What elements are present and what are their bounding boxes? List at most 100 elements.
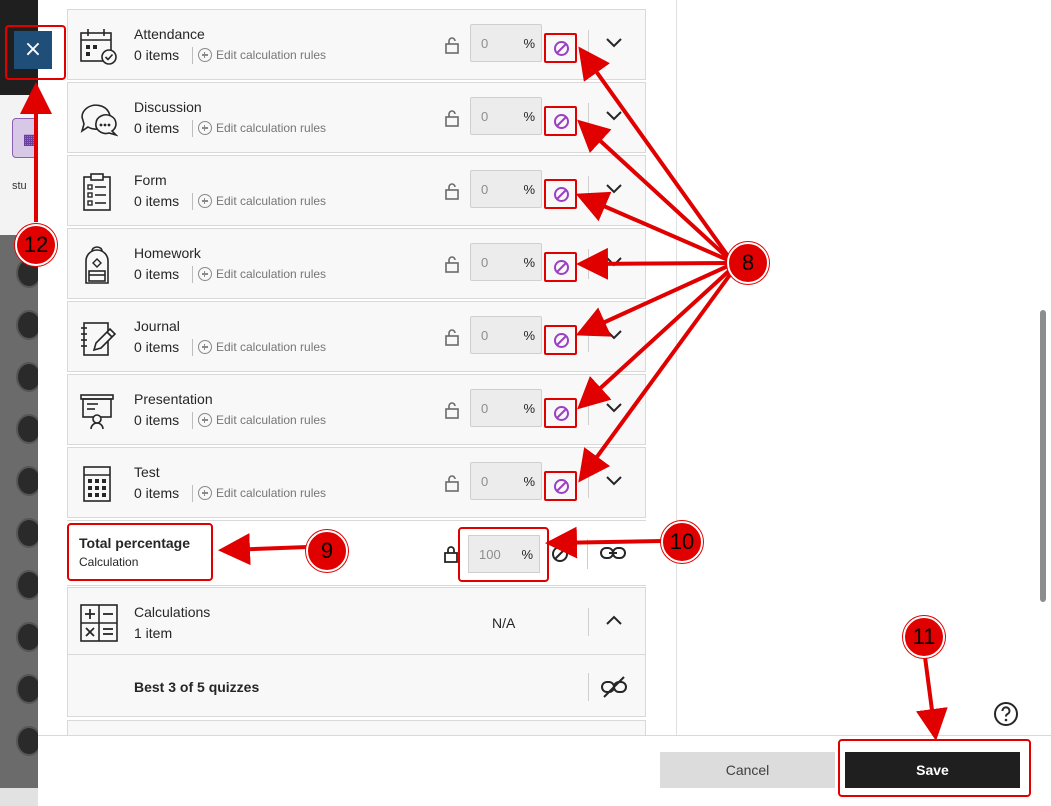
calculations-value: N/A xyxy=(492,615,516,631)
background-toolbar xyxy=(0,95,38,235)
background-label: stu xyxy=(12,180,27,192)
exclude-toggle[interactable] xyxy=(544,33,577,63)
edit-calculation-rules-link[interactable]: Edit calculation rules xyxy=(198,121,326,135)
annotation-badge-9: 9 xyxy=(306,530,348,572)
annotation-badge-8: 8 xyxy=(727,242,769,284)
edit-calculation-rules-label: Edit calculation rules xyxy=(216,121,327,135)
edit-calculation-rules-link[interactable]: Edit calculation rules xyxy=(198,48,326,62)
exclude-icon[interactable] xyxy=(551,545,569,563)
save-button[interactable]: Save xyxy=(845,752,1020,788)
annotation-badge-12: 12 xyxy=(15,224,57,266)
exclude-toggle[interactable] xyxy=(544,325,577,355)
category-row-test[interactable]: Test 0 items Edit calculation rules 0% xyxy=(67,447,646,518)
lock-open-icon[interactable] xyxy=(444,182,460,200)
category-name: Discussion xyxy=(134,99,202,115)
chevron-down-icon[interactable] xyxy=(605,37,623,49)
edit-calculation-rules-label: Edit calculation rules xyxy=(216,48,327,62)
percentage-input[interactable]: 0% xyxy=(470,243,542,281)
percentage-input[interactable]: 0% xyxy=(470,24,542,62)
separator xyxy=(588,468,589,498)
edit-calculation-rules-link[interactable]: Edit calculation rules xyxy=(198,194,326,208)
exclude-toggle[interactable] xyxy=(544,398,577,428)
test-grid-icon xyxy=(83,466,111,502)
chevron-down-icon[interactable] xyxy=(605,475,623,487)
category-row-discussion[interactable]: Discussion 0 items Edit calculation rules 0… xyxy=(67,82,646,153)
percentage-input[interactable]: 0% xyxy=(470,462,542,500)
category-row-presentation[interactable]: Presentation 0 items Edit calculation rule… xyxy=(67,374,646,445)
chat-bubbles-icon xyxy=(80,104,118,137)
chevron-down-icon[interactable] xyxy=(605,402,623,414)
edit-calculation-rules-label: Edit calculation rules xyxy=(216,194,327,208)
exclude-icon xyxy=(554,41,569,56)
exclude-icon xyxy=(554,260,569,275)
lock-open-icon[interactable] xyxy=(444,255,460,273)
plus-circle-icon xyxy=(198,48,212,62)
link-icon[interactable] xyxy=(599,543,627,563)
chevron-up-icon[interactable] xyxy=(605,614,623,626)
percent-unit: % xyxy=(523,182,535,197)
chevron-down-icon[interactable] xyxy=(605,110,623,122)
lock-open-icon[interactable] xyxy=(444,36,460,54)
percent-unit: % xyxy=(523,109,535,124)
exclude-toggle[interactable] xyxy=(544,179,577,209)
background-page: ▦ stu xyxy=(0,0,42,806)
exclude-icon xyxy=(554,479,569,494)
lock-open-icon[interactable] xyxy=(444,401,460,419)
lock-closed-icon[interactable] xyxy=(443,545,459,563)
exclude-toggle[interactable] xyxy=(544,252,577,282)
total-percentage-row: Total percentage Calculation 100 % xyxy=(67,520,646,586)
edit-calculation-rules-label: Edit calculation rules xyxy=(216,486,327,500)
percent-unit: % xyxy=(523,474,535,489)
background-scrollbar[interactable] xyxy=(0,788,38,806)
category-name: Presentation xyxy=(134,391,213,407)
chevron-down-icon[interactable] xyxy=(605,329,623,341)
calculation-item-label: Best 3 of 5 quizzes xyxy=(134,679,260,695)
separator xyxy=(192,266,193,283)
edit-calculation-rules-label: Edit calculation rules xyxy=(216,267,327,281)
edit-calculation-rules-link[interactable]: Edit calculation rules xyxy=(198,413,326,427)
category-count: 0 items xyxy=(134,412,180,428)
panel-scrollbar[interactable] xyxy=(1040,310,1046,602)
percentage-value: 0 xyxy=(481,255,489,270)
lock-open-icon[interactable] xyxy=(444,328,460,346)
edit-calculation-rules-link[interactable]: Edit calculation rules xyxy=(198,340,326,354)
percent-unit: % xyxy=(523,328,535,343)
percentage-input[interactable]: 0% xyxy=(470,316,542,354)
plus-circle-icon xyxy=(198,486,212,500)
category-row-homework[interactable]: Homework 0 items Edit calculation rules 0% xyxy=(67,228,646,299)
plus-circle-icon xyxy=(198,340,212,354)
percentage-input[interactable]: 0% xyxy=(470,97,542,135)
separator xyxy=(588,103,589,133)
plus-circle-icon xyxy=(198,121,212,135)
edit-calculation-rules-link[interactable]: Edit calculation rules xyxy=(198,486,326,500)
lock-open-icon[interactable] xyxy=(444,474,460,492)
unlink-icon[interactable] xyxy=(600,675,628,699)
exclude-toggle[interactable] xyxy=(544,106,577,136)
percentage-input[interactable]: 0% xyxy=(470,170,542,208)
chevron-down-icon[interactable] xyxy=(605,183,623,195)
percentage-input[interactable]: 0% xyxy=(470,389,542,427)
exclude-icon xyxy=(554,333,569,348)
percent-unit: % xyxy=(523,255,535,270)
calculations-row[interactable]: Calculations 1 item N/A xyxy=(67,587,646,655)
separator xyxy=(588,249,589,279)
percent-unit: % xyxy=(523,36,535,51)
edit-calculation-rules-label: Edit calculation rules xyxy=(216,413,327,427)
category-count: 0 items xyxy=(134,193,180,209)
exclude-toggle[interactable] xyxy=(544,471,577,501)
separator xyxy=(588,673,589,701)
category-row-attendance[interactable]: Attendance 0 items Edit calculation rules 0… xyxy=(67,9,646,80)
category-row-form[interactable]: Form 0 items Edit calculation rules 0% xyxy=(67,155,646,226)
category-count: 0 items xyxy=(134,339,180,355)
clipboard-list-icon xyxy=(83,173,111,211)
separator xyxy=(192,193,193,210)
lock-open-icon[interactable] xyxy=(444,109,460,127)
category-row-journal[interactable]: Journal 0 items Edit calculation rules 0% xyxy=(67,301,646,372)
cancel-button[interactable]: Cancel xyxy=(660,752,835,788)
help-icon[interactable] xyxy=(993,701,1019,727)
annotation-box-close xyxy=(5,25,66,80)
separator xyxy=(588,608,589,636)
edit-calculation-rules-link[interactable]: Edit calculation rules xyxy=(198,267,326,281)
category-name: Journal xyxy=(134,318,180,334)
chevron-down-icon[interactable] xyxy=(605,256,623,268)
